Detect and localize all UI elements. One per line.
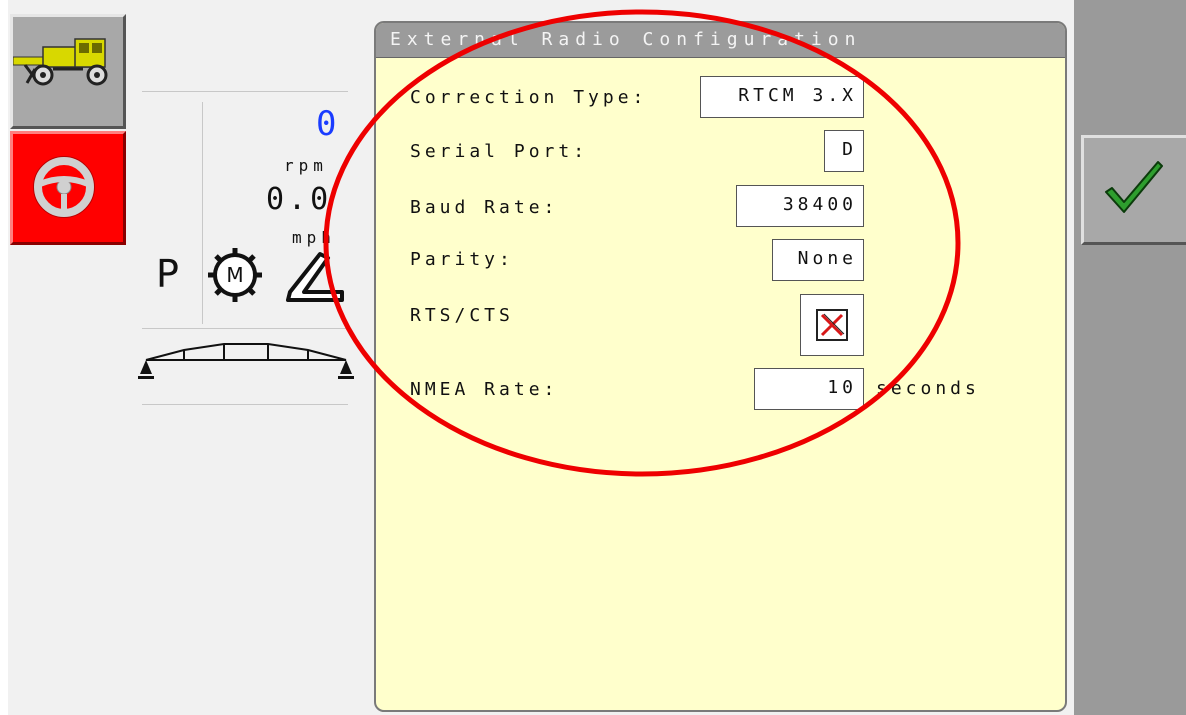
baud-rate-label: Baud Rate: (410, 197, 559, 218)
auto-steer-button[interactable] (10, 131, 126, 245)
divider (142, 328, 348, 329)
boom-sections-icon (138, 343, 354, 379)
rts-cts-label: RTS/CTS (410, 305, 514, 326)
speed-unit: mph (292, 228, 336, 247)
baud-rate-select[interactable]: 38400 (736, 185, 864, 227)
divider (142, 404, 348, 405)
rpm-value: 0 (316, 104, 337, 144)
confirm-button[interactable] (1081, 135, 1186, 245)
serial-port-select[interactable]: D (824, 130, 864, 172)
speed-value: 0.0 (266, 182, 333, 217)
nmea-rate-unit: seconds (876, 378, 980, 399)
right-toolbar (1074, 0, 1186, 715)
svg-text:M: M (226, 263, 243, 287)
unchecked-x-icon (816, 309, 848, 341)
sprayer-vehicle-icon (13, 38, 108, 86)
rpm-unit: rpm (284, 156, 328, 175)
checkmark-icon (1105, 161, 1163, 213)
rts-cts-checkbox[interactable] (800, 294, 864, 356)
dialog-title: External Radio Configuration (390, 29, 862, 50)
external-radio-config-dialog: External Radio Configuration Correction … (374, 21, 1067, 712)
correction-type-select[interactable]: RTCM 3.X (700, 76, 864, 118)
divider (142, 91, 348, 92)
correction-type-label: Correction Type: (410, 87, 648, 108)
dialog-header: External Radio Configuration (376, 23, 1065, 58)
divider (202, 102, 203, 324)
nmea-rate-label: NMEA Rate: (410, 379, 559, 400)
parity-select[interactable]: None (772, 239, 864, 281)
boom-lift-icon (286, 252, 344, 302)
parity-label: Parity: (410, 249, 514, 270)
nmea-rate-input[interactable]: 10 (754, 368, 864, 410)
engine-gear-icon: M (208, 248, 262, 302)
vehicle-button[interactable] (10, 14, 126, 129)
steering-wheel-icon (33, 156, 95, 218)
serial-port-label: Serial Port: (410, 141, 589, 162)
gear-indicator: P (156, 252, 179, 296)
